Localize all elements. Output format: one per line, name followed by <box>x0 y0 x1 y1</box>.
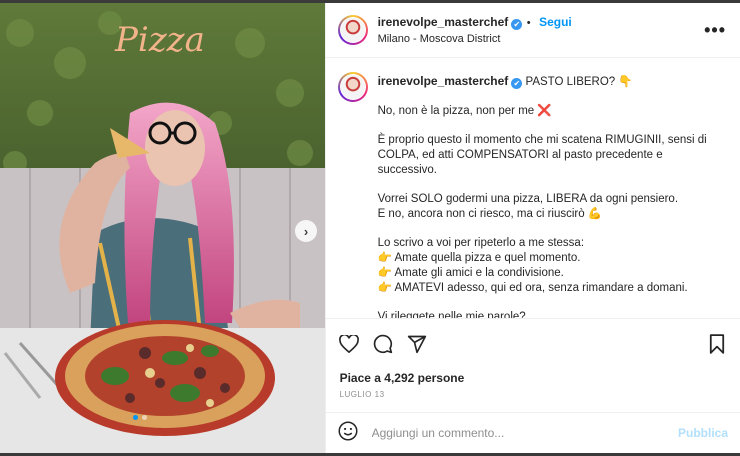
comment-box: Pubblica <box>325 412 740 453</box>
likes-count[interactable]: Piace a 4,292 persone <box>326 368 740 388</box>
caption: irenevolpe_masterchef ✔ PASTO LIBERO? 👇 N… <box>378 72 723 318</box>
chevron-right-icon: › <box>303 223 309 239</box>
comment-input[interactable] <box>369 425 678 441</box>
publish-button[interactable]: Pubblica <box>678 426 728 440</box>
carousel-dots <box>133 415 147 420</box>
avatar[interactable] <box>337 72 368 102</box>
post-image[interactable]: Pizza › <box>0 3 325 453</box>
action-bar <box>325 318 740 368</box>
caption-paragraph: Lo scrivo a voi per ripeterlo a me stess… <box>377 237 688 294</box>
caption-area: irenevolpe_masterchef ✔ PASTO LIBERO? 👇 N… <box>326 58 740 318</box>
avatar[interactable] <box>337 15 368 45</box>
caption-paragraph: No, non è la pizza, non per me ❌ <box>377 105 552 117</box>
bookmark-icon[interactable] <box>706 333 728 355</box>
share-icon[interactable] <box>406 333 428 355</box>
caption-paragraph: Vorrei SOLO godermi una pizza, LIBERA da… <box>377 193 679 220</box>
post-header: irenevolpe_masterchef ✔ • Segui Milano - … <box>325 3 740 58</box>
heart-icon[interactable] <box>338 333 360 355</box>
carousel-dot <box>133 415 138 420</box>
post-date: LUGLIO 13 <box>339 390 385 399</box>
caption-paragraph: Vi rileggete nelle mie parole? <box>377 311 526 318</box>
emoji-icon[interactable] <box>338 421 358 446</box>
carousel-dot <box>142 415 147 420</box>
post-panel: irenevolpe_masterchef ✔ • Segui Milano - … <box>324 3 740 453</box>
location-link[interactable]: Milano - Moscova District <box>378 31 705 47</box>
caption-paragraph: È proprio questo il momento che mi scate… <box>377 134 707 176</box>
username-link[interactable]: irenevolpe_masterchef <box>378 15 509 29</box>
verified-badge-icon: ✔ <box>511 78 523 89</box>
separator-dot: • <box>526 16 531 29</box>
avatar-image <box>340 75 365 99</box>
post-modal: Pizza › irenevolpe_masterchef ✔ • Segui … <box>0 3 740 453</box>
more-options-icon[interactable]: ••• <box>704 20 726 41</box>
avatar-image <box>340 18 365 42</box>
verified-badge-icon: ✔ <box>511 18 523 30</box>
next-image-button[interactable]: › <box>295 220 317 242</box>
caption-lead: PASTO LIBERO? 👇 <box>525 76 633 88</box>
follow-button[interactable]: Segui <box>539 15 572 29</box>
post-photo: Pizza <box>0 3 325 453</box>
caption-username[interactable]: irenevolpe_masterchef <box>378 74 509 88</box>
neon-sign: Pizza <box>114 20 205 60</box>
comment-icon[interactable] <box>372 333 394 355</box>
